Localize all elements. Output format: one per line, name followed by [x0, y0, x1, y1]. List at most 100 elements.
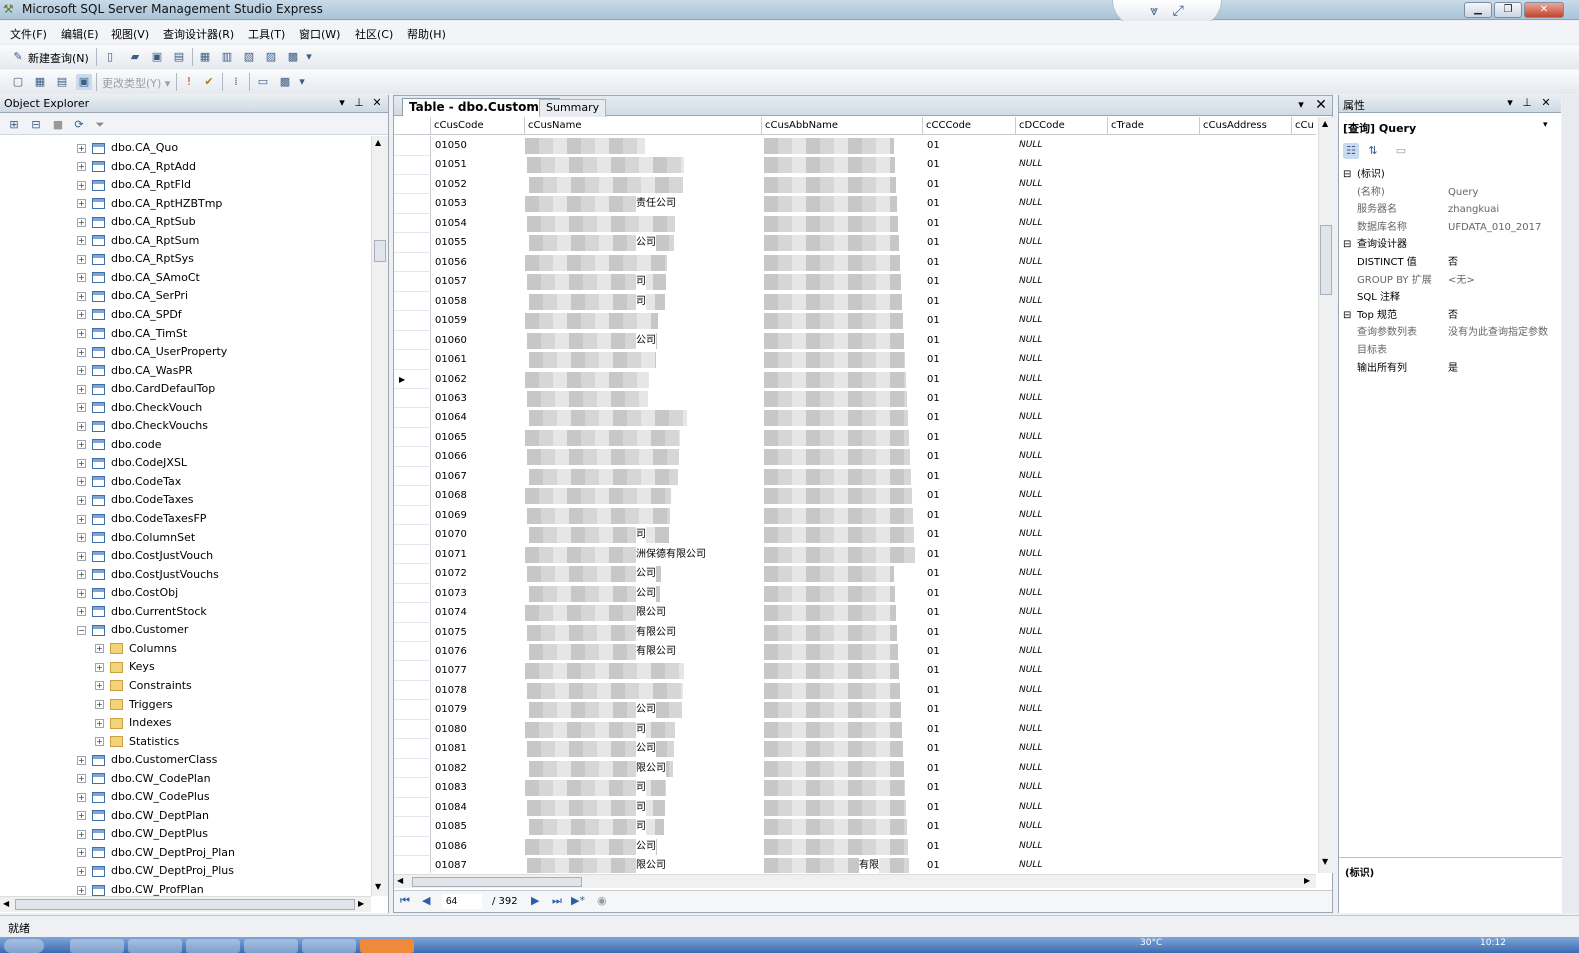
table-row[interactable]: 01073 公司 01 NULL: [394, 583, 1316, 604]
column-header-cdccode[interactable]: cDCCode: [1016, 117, 1108, 135]
table-row[interactable]: 01072 公司 01 NULL: [394, 564, 1316, 584]
cell-ccuscode[interactable]: 01073: [435, 584, 467, 603]
cell-ccuscode[interactable]: 01051: [435, 155, 467, 174]
customer-name-fragment[interactable]: 限公司: [636, 856, 666, 873]
row-header[interactable]: [394, 136, 431, 156]
column-header-ccusabbname[interactable]: cCusAbbName: [762, 117, 923, 135]
expand-icon[interactable]: +: [77, 291, 86, 301]
next-record-icon[interactable]: ▶: [531, 894, 539, 907]
cell-cdccode[interactable]: NULL: [1019, 272, 1042, 291]
menu-edit[interactable]: 编辑(E): [61, 26, 99, 42]
cell-ccuscode[interactable]: 01074: [435, 603, 467, 622]
tree-table-node[interactable]: + dbo.ColumnSet: [77, 529, 195, 547]
cell-cdccode[interactable]: NULL: [1019, 525, 1042, 544]
expand-icon[interactable]: +: [77, 458, 86, 468]
cell-cdccode[interactable]: NULL: [1019, 817, 1042, 836]
tree-table-node[interactable]: + dbo.CostJustVouchs: [77, 566, 219, 584]
customer-name-fragment[interactable]: 限公司: [636, 758, 666, 778]
cell-cdccode[interactable]: NULL: [1019, 642, 1042, 661]
scroll-up-icon[interactable]: ▲: [375, 138, 381, 147]
save-all-icon[interactable]: ▤: [171, 49, 187, 65]
table-row[interactable]: 01080 司 01 NULL: [394, 719, 1316, 740]
property-name[interactable]: DISTINCT 值: [1357, 254, 1417, 271]
scrollbar-thumb[interactable]: [412, 877, 582, 887]
cell-ccuscode[interactable]: 01077: [435, 661, 467, 680]
property-category[interactable]: 查询设计器: [1357, 236, 1407, 253]
cell-ccccode[interactable]: 01: [927, 331, 940, 350]
table-row[interactable]: 01063 01 NULL: [394, 388, 1316, 409]
cell-ccccode[interactable]: 01: [927, 778, 940, 797]
column-header-ctrade[interactable]: cTrade: [1108, 117, 1200, 135]
cell-ccuscode[interactable]: 01058: [435, 292, 467, 311]
cell-ccccode[interactable]: 01: [927, 545, 940, 564]
table-row[interactable]: 01076 有限公司 01 NULL: [394, 641, 1316, 662]
new-record-icon[interactable]: ▶*: [571, 894, 585, 907]
expand-icon[interactable]: +: [77, 495, 86, 505]
tree-table-node[interactable]: + dbo.CheckVouch: [77, 399, 202, 417]
cell-ccuscode[interactable]: 01057: [435, 272, 467, 291]
table-row[interactable]: 01070 司 01 NULL: [394, 525, 1316, 545]
expand-icon[interactable]: +: [77, 514, 86, 524]
table-row[interactable]: 01064 01 NULL: [394, 408, 1316, 428]
cell-ccuscode[interactable]: 01052: [435, 175, 467, 194]
table-row[interactable]: 01068 01 NULL: [394, 486, 1316, 506]
cell-cdccode[interactable]: NULL: [1019, 408, 1042, 427]
cell-cdccode[interactable]: NULL: [1019, 136, 1042, 155]
cell-cdccode[interactable]: NULL: [1019, 700, 1042, 719]
expand-icon[interactable]: +: [77, 866, 86, 876]
tree-table-node[interactable]: + dbo.CA_WasPR: [77, 362, 193, 380]
toolbar-overflow-icon[interactable]: ▾: [297, 74, 307, 90]
scroll-left-icon[interactable]: ◀: [3, 899, 9, 908]
taskbar-item-active[interactable]: [360, 939, 414, 953]
execute-sql-icon[interactable]: !: [181, 74, 197, 90]
collapse-category-icon[interactable]: ⊟: [1343, 307, 1351, 324]
customer-name-fragment[interactable]: 限公司: [636, 603, 666, 623]
cell-cdccode[interactable]: NULL: [1019, 720, 1042, 739]
property-pages-icon[interactable]: ▭: [1393, 143, 1409, 159]
row-header[interactable]: [394, 719, 431, 740]
expand-icon[interactable]: +: [77, 774, 86, 784]
object-explorer-horizontal-scrollbar[interactable]: ◀ ▶: [0, 896, 371, 912]
categorized-icon[interactable]: ☷: [1343, 143, 1359, 159]
row-header[interactable]: [394, 350, 431, 370]
row-header[interactable]: [394, 486, 431, 506]
cell-ccccode[interactable]: 01: [927, 817, 940, 836]
cell-cdccode[interactable]: NULL: [1019, 584, 1042, 603]
cell-ccccode[interactable]: 01: [927, 564, 940, 583]
window-dropdown-icon[interactable]: ▾: [1294, 98, 1308, 111]
grid-vertical-scrollbar[interactable]: ▲ ▼: [1318, 117, 1333, 873]
customer-name-fragment[interactable]: 司: [636, 797, 646, 817]
tree-table-node[interactable]: + dbo.CA_RptFld: [77, 176, 191, 194]
cell-cdccode[interactable]: NULL: [1019, 370, 1042, 389]
refresh-icon[interactable]: ⟳: [71, 117, 87, 133]
cell-cdccode[interactable]: NULL: [1019, 661, 1042, 680]
object-explorer-icon[interactable]: ▥: [219, 49, 235, 65]
row-header[interactable]: [394, 661, 431, 681]
scrollbar-thumb[interactable]: [1320, 225, 1332, 295]
cell-ccuscode[interactable]: 01062: [435, 370, 467, 389]
cell-ccuscode[interactable]: 01066: [435, 447, 467, 466]
expand-icon[interactable]: +: [77, 885, 86, 895]
row-header[interactable]: [394, 856, 431, 873]
row-header[interactable]: [394, 622, 431, 642]
collapse-icon[interactable]: −: [77, 625, 86, 635]
tree-table-node[interactable]: + dbo.CA_RptSum: [77, 232, 199, 250]
expand-icon[interactable]: +: [95, 718, 104, 728]
cell-cdccode[interactable]: NULL: [1019, 486, 1042, 505]
row-header[interactable]: [394, 233, 431, 253]
row-header[interactable]: [394, 330, 431, 351]
property-value[interactable]: <无>: [1448, 272, 1475, 289]
restore-session-icon[interactable]: ⤢: [1173, 3, 1184, 19]
cell-cdccode[interactable]: NULL: [1019, 253, 1042, 272]
stop-record-icon[interactable]: ◉: [597, 894, 607, 907]
cell-cdccode[interactable]: NULL: [1019, 155, 1042, 174]
cell-cdccode[interactable]: NULL: [1019, 681, 1042, 700]
expand-icon[interactable]: +: [77, 236, 86, 246]
cell-ccccode[interactable]: 01: [927, 798, 940, 817]
cell-ccccode[interactable]: 01: [927, 136, 940, 155]
property-name[interactable]: 服务器名: [1357, 201, 1397, 218]
customer-name-fragment[interactable]: 司: [636, 778, 646, 798]
tree-table-node[interactable]: + dbo.CA_UserProperty: [77, 343, 227, 361]
row-header[interactable]: [394, 817, 431, 837]
tree-table-node[interactable]: + dbo.code: [77, 436, 162, 454]
